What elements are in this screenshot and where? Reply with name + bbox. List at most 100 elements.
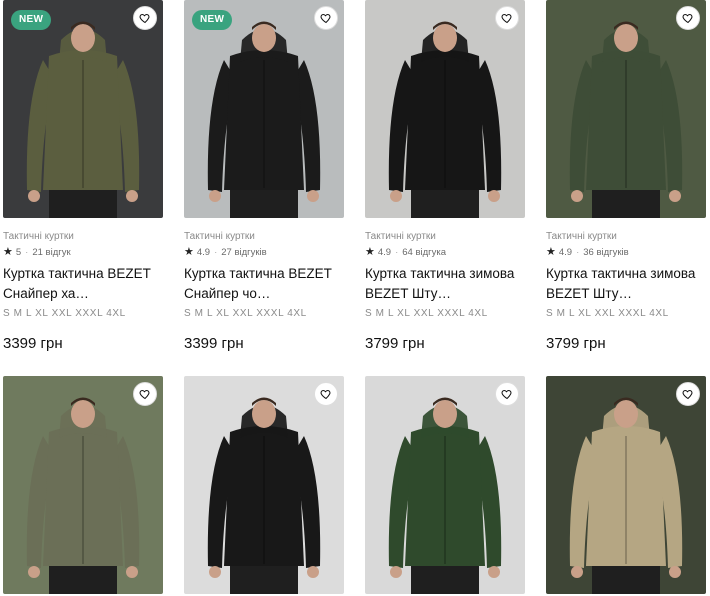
product-photo [3,0,163,218]
product-image[interactable]: NEW [184,0,344,218]
model-trousers [592,190,660,218]
reviews-count[interactable]: 64 відгука [402,245,446,260]
product-sizes: S M L XL XXL XXXL 4XL [184,308,307,319]
product-category[interactable]: Тактичні куртки [3,230,163,243]
heart-icon [320,13,331,24]
product-card[interactable] [365,376,525,594]
wishlist-button[interactable] [133,6,157,30]
product-card[interactable]: Тактичні куртки ★ 4.9 · 64 відгука Куртк… [365,0,525,354]
product-title[interactable]: Куртка тактична зимова BEZET Шту… [546,264,706,304]
product-image[interactable] [365,0,525,218]
product-title[interactable]: Куртка тактична зимова BEZET Шту… [365,264,525,304]
model-head [71,400,95,428]
product-photo [184,376,344,594]
new-badge: NEW [192,10,233,30]
product-image[interactable] [546,376,706,594]
reviews-count[interactable]: 36 відгуків [583,245,628,260]
model-right-hand [126,566,138,578]
product-card[interactable] [184,376,344,594]
model-trousers [411,190,479,218]
product-price: 3399 грн [3,335,63,352]
product-category[interactable]: Тактичні куртки [184,230,344,243]
product-card[interactable] [546,376,706,594]
model-trousers [592,566,660,594]
model-trousers [230,190,298,218]
product-photo [546,376,706,594]
rating-value: 4.9 [377,247,392,258]
heart-icon [501,13,512,24]
model-right-hand [669,190,681,202]
star-icon: ★ [3,246,13,258]
product-rating: ★ 5 · 21 відгук [3,245,163,260]
heart-icon [682,389,693,400]
new-badge: NEW [11,10,52,30]
product-photo [546,0,706,218]
product-price: 3799 грн [365,335,425,352]
model-left-hand [390,566,402,578]
product-rating: ★ 4.9 · 64 відгука [365,245,525,260]
model-left-hand [28,566,40,578]
product-card[interactable]: Тактичні куртки ★ 4.9 · 36 відгуків Курт… [546,0,706,354]
model-head [433,24,457,52]
model-left-hand [571,566,583,578]
product-image[interactable] [365,376,525,594]
model-right-hand [126,190,138,202]
wishlist-button[interactable] [314,382,338,406]
model-right-hand [669,566,681,578]
model-head [614,400,638,428]
heart-icon [139,13,150,24]
model-left-hand [209,566,221,578]
wishlist-button[interactable] [495,6,519,30]
product-image[interactable] [184,376,344,594]
product-sizes: S M L XL XXL XXXL 4XL [3,308,126,319]
product-category[interactable]: Тактичні куртки [546,230,706,243]
separator-dot: · [395,247,399,258]
model-left-hand [571,190,583,202]
reviews-count[interactable]: 27 відгуків [221,245,266,260]
model-left-hand [390,190,402,202]
product-title[interactable]: Куртка тактична BEZET Снайпер ха… [3,264,163,304]
heart-icon [139,389,150,400]
model-trousers [49,190,117,218]
product-price: 3799 грн [546,335,606,352]
product-card[interactable] [3,376,163,594]
product-price: 3399 грн [184,335,244,352]
product-image[interactable]: NEW [3,0,163,218]
model-right-hand [307,566,319,578]
star-icon: ★ [184,246,194,258]
product-photo [365,0,525,218]
heart-icon [320,389,331,400]
product-sizes: S M L XL XXL XXXL 4XL [546,308,669,319]
product-title[interactable]: Куртка тактична BEZET Снайпер чо… [184,264,344,304]
star-icon: ★ [365,246,375,258]
product-photo [3,376,163,594]
product-card[interactable]: NEW Тактичні куртки ★ 4.9 · 27 відгуків … [184,0,344,354]
star-icon: ★ [546,246,556,258]
product-rating: ★ 4.9 · 36 відгуків [546,245,706,260]
model-head [252,400,276,428]
separator-dot: · [25,247,29,258]
product-card[interactable]: NEW Тактичні куртки ★ 5 · 21 відгук Курт… [3,0,163,354]
product-photo [184,0,344,218]
product-category[interactable]: Тактичні куртки [365,230,525,243]
separator-dot: · [214,247,218,258]
wishlist-button[interactable] [676,6,700,30]
model-right-hand [488,190,500,202]
product-image[interactable] [546,0,706,218]
model-head [614,24,638,52]
model-right-hand [488,566,500,578]
separator-dot: · [576,247,580,258]
product-image[interactable] [3,376,163,594]
model-trousers [230,566,298,594]
wishlist-button[interactable] [495,382,519,406]
heart-icon [501,389,512,400]
product-rating: ★ 4.9 · 27 відгуків [184,245,344,260]
wishlist-button[interactable] [133,382,157,406]
model-left-hand [28,190,40,202]
wishlist-button[interactable] [676,382,700,406]
rating-value: 5 [15,247,22,258]
wishlist-button[interactable] [314,6,338,30]
model-head [433,400,457,428]
model-head [252,24,276,52]
reviews-count[interactable]: 21 відгук [32,245,70,260]
